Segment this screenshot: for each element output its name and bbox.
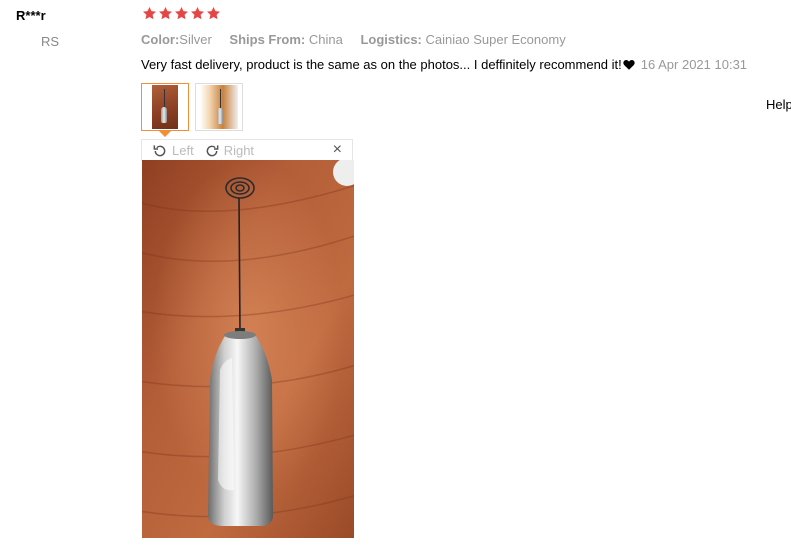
star-rating	[142, 6, 221, 21]
rotate-left-button[interactable]: Left	[152, 143, 194, 159]
review-item: R***r RS Color:Silver Ships From: China …	[0, 0, 791, 545]
attribute-value: China	[308, 32, 343, 47]
thumbnail-1[interactable]	[141, 83, 189, 137]
rotate-left-icon	[153, 144, 166, 156]
review-content: Very fast delivery, product is the same …	[141, 57, 747, 72]
reviewer-name: R***r	[16, 8, 46, 23]
review-date: 16 Apr 2021 10:31	[640, 57, 748, 72]
image-viewer-toolbar: Left Right ×	[141, 139, 353, 161]
attribute-logistics: Logistics: Cainiao Super Economy	[360, 32, 565, 47]
review-thumbnails	[141, 83, 243, 137]
rotate-left-label: Left	[172, 143, 194, 158]
heart-icon	[623, 58, 635, 70]
photo-thumbnail-image	[200, 85, 238, 129]
close-icon[interactable]: ×	[333, 142, 342, 158]
attribute-color: Color:Silver	[141, 32, 212, 47]
attribute-key: Ships From:	[229, 32, 306, 47]
star-icon	[174, 6, 189, 21]
milk-frother-photo	[142, 160, 354, 538]
review-text: Very fast delivery, product is the same …	[141, 57, 622, 72]
star-icon	[190, 6, 205, 21]
attribute-key: Logistics:	[360, 32, 422, 47]
rotate-right-icon	[206, 144, 219, 156]
attribute-value: Cainiao Super Economy	[425, 32, 566, 47]
helpful-button[interactable]: Help	[766, 97, 791, 112]
attribute-ships-from: Ships From: China	[229, 32, 342, 47]
attribute-value: Silver	[179, 32, 212, 47]
rotate-right-button[interactable]: Right	[204, 143, 254, 159]
photo-thumbnail-image	[152, 85, 178, 129]
order-attributes: Color:Silver Ships From: China Logistics…	[141, 32, 580, 47]
star-icon	[158, 6, 173, 21]
star-icon	[142, 6, 157, 21]
star-icon	[206, 6, 221, 21]
attribute-key: Color:	[141, 32, 180, 47]
active-thumbnail-arrow-icon	[158, 130, 172, 137]
reviewer-country: RS	[41, 34, 60, 49]
thumbnail-2[interactable]	[195, 83, 243, 131]
enlarged-review-photo	[142, 160, 354, 538]
rotate-right-label: Right	[223, 143, 255, 158]
